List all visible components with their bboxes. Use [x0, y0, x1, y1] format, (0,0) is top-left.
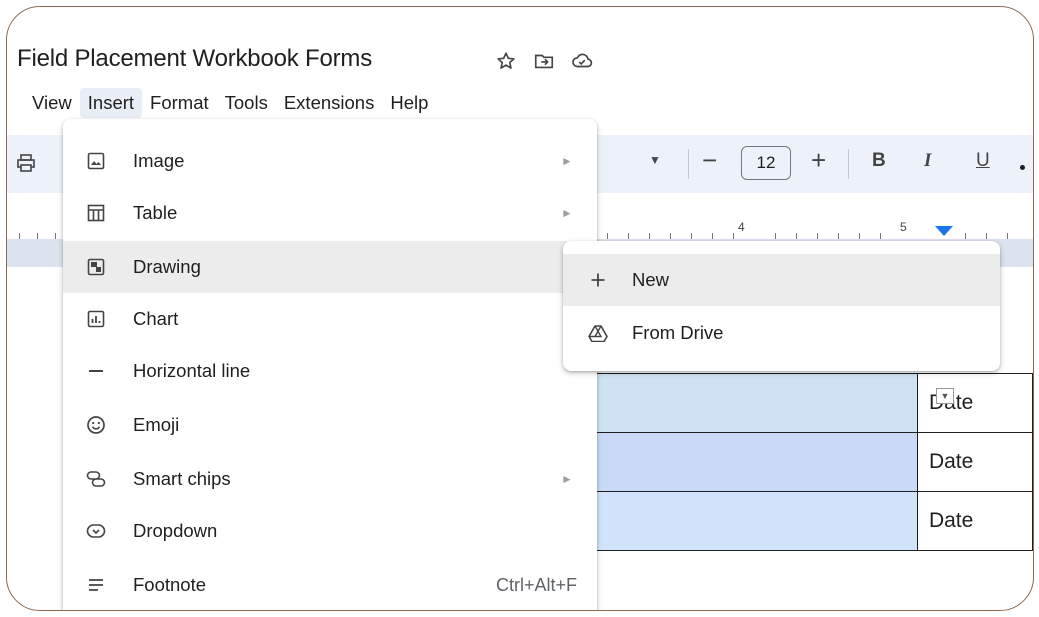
date-cell[interactable]: Date — [916, 373, 1033, 433]
submenu-item-label: From Drive — [632, 322, 724, 343]
menu-item-horizontal-line[interactable]: Horizontal line — [63, 345, 597, 397]
table-row: Date — [587, 432, 1033, 492]
horizontal-line-icon — [85, 360, 107, 382]
menu-extensions[interactable]: Extensions — [276, 88, 383, 118]
toolbar-divider — [848, 149, 849, 179]
menu-bar: View Insert Format Tools Extensions Help — [24, 85, 436, 121]
drawing-submenu: New From Drive — [563, 241, 1000, 371]
increase-font-size-button[interactable]: + — [811, 145, 826, 176]
table-icon — [85, 202, 107, 224]
menu-item-label: Smart chips — [133, 468, 231, 489]
menu-item-image[interactable]: Image ► — [63, 135, 597, 187]
plus-icon — [587, 269, 609, 291]
font-dropdown-caret-icon[interactable]: ▼ — [649, 153, 661, 167]
document-table: Date Date Date — [587, 373, 1033, 551]
more-options-icon[interactable] — [1020, 165, 1025, 170]
document-title[interactable]: Field Placement Workbook Forms — [17, 45, 372, 73]
print-icon[interactable] — [17, 153, 35, 178]
submenu-arrow-icon: ► — [561, 206, 573, 220]
star-icon[interactable] — [494, 49, 518, 73]
menu-item-drawing[interactable]: Drawing ► — [63, 241, 597, 293]
menu-item-label: Drawing — [133, 256, 201, 277]
table-cell[interactable] — [587, 491, 918, 551]
menu-format[interactable]: Format — [142, 88, 217, 118]
cell-dropdown-arrow-icon[interactable]: ▼ — [936, 388, 954, 404]
move-to-folder-icon[interactable] — [532, 49, 556, 73]
bold-button[interactable]: B — [872, 150, 886, 172]
menu-item-table[interactable]: Table ► — [63, 187, 597, 239]
emoji-icon — [85, 414, 107, 436]
dropdown-icon — [85, 520, 107, 542]
menu-item-emoji[interactable]: Emoji — [63, 399, 597, 451]
image-icon — [85, 150, 107, 172]
menu-item-label: Table — [133, 202, 178, 223]
ruler-number: 5 — [900, 220, 907, 234]
menu-tools[interactable]: Tools — [217, 88, 276, 118]
submenu-arrow-icon: ► — [561, 154, 573, 168]
drive-icon — [587, 322, 609, 344]
menu-item-dropdown[interactable]: Dropdown — [63, 505, 597, 557]
submenu-item-label: New — [632, 269, 670, 290]
font-size-input[interactable]: 12 — [741, 146, 791, 180]
table-cell[interactable] — [587, 432, 918, 492]
submenu-item-new[interactable]: New — [563, 254, 1000, 306]
chart-icon — [85, 308, 107, 330]
menu-view[interactable]: View — [24, 88, 80, 118]
menu-item-smart-chips[interactable]: Smart chips ► — [63, 453, 597, 505]
table-row: Date — [587, 373, 1033, 433]
ruler-number: 4 — [738, 220, 745, 234]
menu-help[interactable]: Help — [382, 88, 436, 118]
keyboard-shortcut: Ctrl+Alt+F — [495, 574, 577, 595]
submenu-item-from-drive[interactable]: From Drive — [563, 307, 1000, 359]
smart-chips-icon — [85, 468, 107, 490]
submenu-arrow-icon: ► — [561, 472, 573, 486]
menu-item-label: Horizontal line — [133, 360, 251, 381]
menu-item-label: Dropdown — [133, 520, 218, 541]
menu-item-label: Image — [133, 150, 185, 171]
menu-item-label: Footnote — [133, 574, 207, 595]
toolbar-divider — [688, 149, 689, 179]
date-cell[interactable]: Date — [916, 491, 1033, 551]
insert-menu: Image ► Table ► Drawing ► Chart ► — [63, 119, 597, 610]
title-icon-group — [494, 49, 594, 73]
drawing-icon — [85, 256, 107, 278]
underline-button[interactable]: U — [976, 150, 990, 172]
menu-item-chart[interactable]: Chart ► — [63, 293, 597, 345]
menu-item-label: Emoji — [133, 414, 180, 435]
app-window: Field Placement Workbook Forms View Inse… — [6, 6, 1034, 611]
cloud-saved-icon[interactable] — [570, 49, 594, 73]
date-cell[interactable]: Date — [916, 432, 1033, 492]
footnote-icon — [85, 574, 107, 596]
decrease-font-size-button[interactable]: − — [702, 145, 717, 176]
menu-item-footnote[interactable]: Footnote Ctrl+Alt+F — [63, 559, 597, 610]
table-cell[interactable] — [587, 373, 918, 433]
table-row: Date — [587, 491, 1033, 551]
menu-insert[interactable]: Insert — [79, 88, 143, 118]
indent-marker-icon[interactable] — [935, 226, 953, 236]
italic-button[interactable]: I — [924, 150, 931, 172]
menu-item-label: Chart — [133, 308, 179, 329]
